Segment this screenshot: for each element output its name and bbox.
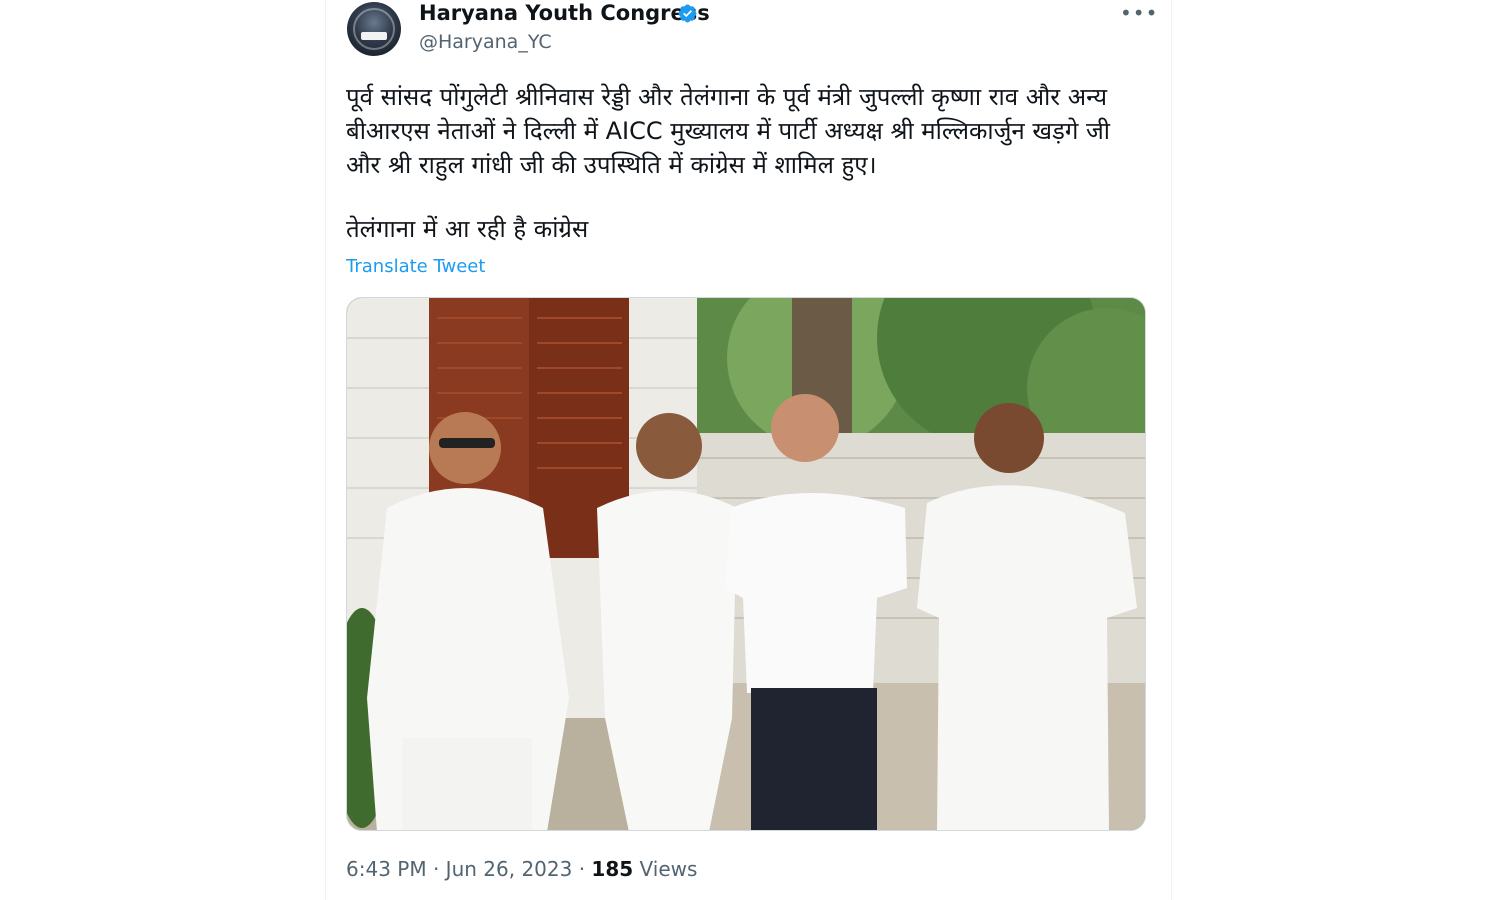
author-display-name[interactable]: Haryana Youth Congress [419, 0, 710, 26]
tweet-time[interactable]: 6:43 PM [346, 857, 427, 881]
author-avatar[interactable] [347, 2, 401, 56]
author-handle[interactable]: @Haryana_YC [419, 30, 552, 54]
translate-tweet-link[interactable]: Translate Tweet [346, 255, 485, 279]
avatar-ring-decoration [353, 8, 395, 50]
tweet-text-paragraph: तेलंगाना में आ रही है कांग्रेस [346, 215, 589, 243]
tweet-date[interactable]: Jun 26, 2023 [446, 857, 573, 881]
views-label: Views [633, 857, 698, 881]
more-options-icon[interactable]: ••• [1120, 0, 1157, 26]
tweet-text-paragraph: पूर्व सांसद पोंगुलेटी श्रीनिवास रेड्डी औ… [346, 83, 1111, 179]
tweet-page: Haryana Youth Congress @Haryana_YC ••• प… [0, 0, 1500, 900]
meta-separator: · [426, 857, 446, 881]
tweet-photo-image [347, 298, 1145, 830]
avatar-logo-mark [361, 32, 387, 40]
tweet-meta: 6:43 PM · Jun 26, 2023 · 185 Views [346, 856, 697, 882]
tweet-text: पूर्व सांसद पोंगुलेटी श्रीनिवास रेड्डी औ… [346, 80, 1136, 246]
views-count[interactable]: 185 [591, 857, 633, 881]
tweet-photo[interactable] [346, 297, 1146, 831]
verified-badge-icon [678, 4, 697, 23]
meta-separator: · [572, 857, 592, 881]
